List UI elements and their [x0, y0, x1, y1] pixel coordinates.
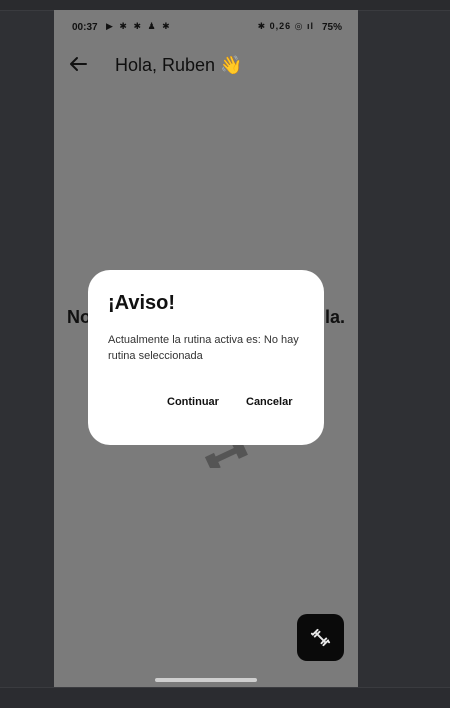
dumbbell-icon — [310, 628, 331, 647]
system-icons: ✱ 0,26 ◎ ıl — [257, 21, 314, 31]
cancel-button[interactable]: Cancelar — [246, 396, 292, 408]
app-bar: Hola, Ruben 👋 — [54, 46, 358, 86]
continue-button[interactable]: Continuar — [167, 396, 219, 408]
home-indicator[interactable] — [155, 678, 257, 682]
alert-dialog: ¡Aviso! Actualmente la rutina activa es:… — [88, 270, 324, 445]
dumbbell-icon — [204, 440, 248, 472]
battery-level: 75% — [321, 22, 342, 33]
dialog-title: ¡Aviso! — [108, 292, 176, 314]
status-bar: 00:37 ▶ ✱ ✱ ♟ ✱ ✱ 0,26 ◎ ıl 75% — [54, 10, 358, 44]
dialog-message: Actualmente la rutina activa es: No hay … — [108, 334, 299, 362]
background-text-right: la. — [324, 307, 345, 327]
notification-icons: ▶ ✱ ✱ ♟ ✱ — [106, 21, 172, 31]
arrow-left-icon[interactable] — [66, 52, 90, 76]
status-time: 00:37 — [72, 22, 98, 33]
bottom-window-strip — [0, 687, 450, 708]
page-title: Hola, Ruben 👋 — [115, 55, 243, 75]
dumbbell-fab-button[interactable] — [297, 614, 344, 661]
